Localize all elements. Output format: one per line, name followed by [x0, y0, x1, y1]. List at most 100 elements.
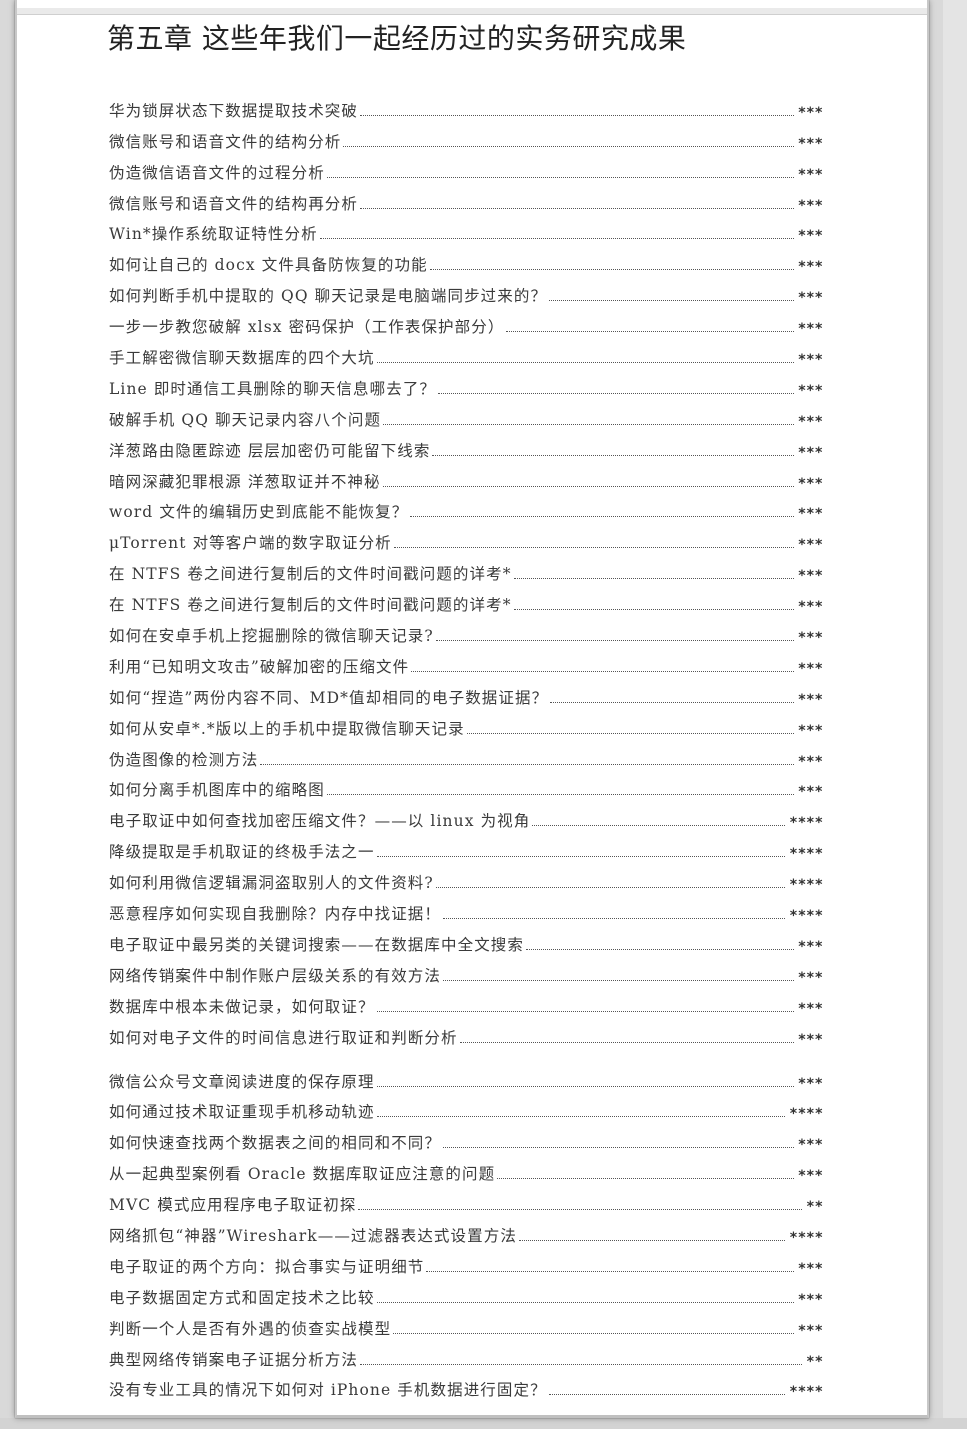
toc-entry-page: ***: [797, 413, 823, 430]
toc-entry[interactable]: 没有专业工具的情况下如何对 iPhone 手机数据进行固定？ ****: [109, 1370, 823, 1400]
toc-entry-page: ***: [797, 938, 823, 955]
toc-entry-page: ***: [797, 537, 823, 554]
toc-dot-leader: [393, 1332, 794, 1334]
toc-entry[interactable]: 暗网深藏犯罪根源 洋葱取证并不神秘 ***: [109, 461, 823, 492]
toc-dot-leader: [466, 732, 794, 734]
toc-entry[interactable]: 恶意程序如何实现自我删除？内存中找证据！ ****: [109, 893, 823, 924]
toc-entry[interactable]: 如何判断手机中提取的 QQ 聊天记录是电脑端同步过来的？ ***: [109, 275, 823, 306]
toc-entry[interactable]: 典型网络传销案电子证据分析方法 **: [109, 1339, 823, 1370]
toc-entry[interactable]: 洋葱路由隐匿踪迹 层层加密仍可能留下线索 ***: [109, 430, 823, 461]
toc-entry[interactable]: 降级提取是手机取证的终极手法之一 ****: [109, 831, 823, 862]
toc-entry[interactable]: 破解手机 QQ 聊天记录内容八个问题 ***: [109, 399, 823, 430]
toc-entry-page: ***: [797, 1137, 823, 1154]
toc-entry-title: 微信公众号文章阅读进度的保存原理: [109, 1072, 375, 1091]
toc-entry[interactable]: 网络抓包“神器”Wireshark——过滤器表达式设置方法 ****: [109, 1215, 823, 1246]
toc-entry-page: ***: [797, 969, 823, 986]
toc-entry-page: ***: [797, 1291, 823, 1308]
toc-entry-title: 网络抓包“神器”Wireshark——过滤器表达式设置方法: [109, 1226, 517, 1245]
toc-entry-title: 一步一步教您破解 xlsx 密码保护（工作表保护部分）: [109, 318, 505, 337]
toc-dot-leader: [513, 578, 794, 580]
toc-entry[interactable]: 伪造图像的检测方法 ***: [109, 739, 823, 770]
toc-entry-page: ***: [797, 506, 823, 523]
toc-entry-title: 如何在安卓手机上挖掘删除的微信聊天记录?: [109, 627, 434, 646]
window-right-strip: [943, 0, 967, 1429]
toc-entry-title: 典型网络传销案电子证据分析方法: [109, 1350, 359, 1369]
toc-entry-title: 伪造图像的检测方法: [109, 750, 259, 769]
toc-entry-page: ***: [797, 197, 823, 214]
toc-dot-leader: [326, 794, 794, 796]
toc-entry[interactable]: Win*操作系统取证特性分析 ***: [109, 214, 823, 245]
toc-entry-page: ****: [789, 1229, 823, 1246]
toc-entry[interactable]: 如何在安卓手机上挖掘删除的微信聊天记录? ***: [109, 615, 823, 646]
toc-entry[interactable]: 微信账号和语音文件的结构再分析 ***: [109, 183, 823, 214]
toc-entry-page: ****: [789, 846, 823, 863]
toc-dot-leader: [411, 670, 794, 672]
toc-entry[interactable]: word 文件的编辑历史到底能不能恢复？ ***: [109, 492, 823, 523]
toc-entry[interactable]: 电子数据固定方式和固定技术之比较 ***: [109, 1277, 823, 1308]
toc-entry[interactable]: 数据库中根本未做记录，如何取证？ ***: [109, 986, 823, 1017]
toc-entry-title: 如何通过技术取证重现手机移动轨迹: [109, 1103, 375, 1122]
toc-dot-leader: [382, 485, 794, 487]
toc-entry[interactable]: 网络传销案件中制作账户层级关系的有效方法 ***: [109, 955, 823, 986]
toc-entry-page: ***: [797, 1031, 823, 1048]
toc-entry-title: 微信账号和语音文件的结构再分析: [109, 194, 359, 213]
toc-entry[interactable]: 利用“已知明文攻击”破解加密的压缩文件 ***: [109, 646, 823, 677]
toc-entry[interactable]: 伪造微信语音文件的过程分析 ***: [109, 152, 823, 183]
toc-entry[interactable]: 如何通过技术取证重现手机移动轨迹 ****: [109, 1092, 823, 1122]
toc-dot-leader: [393, 547, 794, 549]
toc-entry[interactable]: 华为锁屏状态下数据提取技术突破 ***: [109, 90, 823, 121]
toc-entry[interactable]: 电子取证的两个方向：拟合事实与证明细节 ***: [109, 1246, 823, 1277]
toc-entry-title: 电子取证中最另类的关键词搜索——在数据库中全文搜索: [109, 935, 525, 954]
toc-entry[interactable]: 在 NTFS 卷之间进行复制后的文件时间戳问题的详考* ***: [109, 553, 823, 584]
toc-entry-title: 微信账号和语音文件的结构分析: [109, 132, 342, 151]
toc-entry[interactable]: 如何对电子文件的时间信息进行取证和判断分析 ***: [109, 1017, 823, 1048]
toc-entry[interactable]: 手工解密微信聊天数据库的四个大坑 ***: [109, 337, 823, 368]
toc-entry-title: μTorrent 对等客户端的数字取证分析: [109, 534, 392, 553]
toc-entry[interactable]: 判断一个人是否有外遇的侦查实战模型 ***: [109, 1308, 823, 1339]
toc-entry[interactable]: 微信账号和语音文件的结构分析 ***: [109, 121, 823, 152]
toc-entry-page: ***: [797, 599, 823, 616]
toc-entry[interactable]: 如何快速查找两个数据表之间的相同和不同？ ***: [109, 1122, 823, 1153]
toc-dot-leader: [513, 609, 794, 611]
toc-entry-page: ***: [797, 722, 823, 739]
toc-entry[interactable]: 一步一步教您破解 xlsx 密码保护（工作表保护部分） ***: [109, 306, 823, 337]
toc-dot-leader: [506, 331, 794, 333]
toc-entry[interactable]: 从一起典型案例看 Oracle 数据库取证应注意的问题 ***: [109, 1153, 823, 1184]
toc-entry[interactable]: μTorrent 对等客户端的数字取证分析 ***: [109, 522, 823, 553]
toc-dot-leader: [443, 918, 786, 920]
toc-entry-title: 如何利用微信逻辑漏洞盗取别人的文件资料?: [109, 874, 434, 893]
toc-entry[interactable]: 微信公众号文章阅读进度的保存原理 ***: [109, 1061, 823, 1092]
toc-entry-title: MVC 模式应用程序电子取证初探: [109, 1196, 357, 1215]
toc-entry-page: ***: [797, 290, 823, 307]
toc-dot-leader: [358, 1209, 803, 1211]
toc-dot-leader: [410, 516, 794, 518]
toc-entry[interactable]: MVC 模式应用程序电子取证初探 **: [109, 1184, 823, 1215]
toc-entry-page: ****: [789, 815, 823, 832]
toc-dot-leader: [383, 423, 794, 425]
toc-entry[interactable]: 如何“捏造”两份内容不同、MD*值却相同的电子数据证据？ ***: [109, 677, 823, 708]
toc-entry-page: ***: [797, 228, 823, 245]
toc-entry-page: **: [806, 1199, 823, 1216]
toc-dot-leader: [343, 145, 794, 147]
toc-dot-leader: [260, 763, 794, 765]
toc-entry-title: 如何快速查找两个数据表之间的相同和不同？: [109, 1134, 442, 1153]
toc-entry-page: ***: [797, 784, 823, 801]
toc-entry[interactable]: 如何分离手机图库中的缩略图 ***: [109, 770, 823, 801]
toc-entry-title: 华为锁屏状态下数据提取技术突破: [109, 101, 359, 120]
toc-dot-leader: [443, 1147, 794, 1149]
toc-entry-page: ***: [797, 104, 823, 121]
toc-entry[interactable]: 电子取证中最另类的关键词搜索——在数据库中全文搜索 ***: [109, 924, 823, 955]
document-page: 第五章 这些年我们一起经历过的实务研究成果 华为锁屏状态下数据提取技术突破 ***…: [15, 0, 929, 1418]
chapter-title: 第五章 这些年我们一起经历过的实务研究成果: [107, 22, 687, 55]
toc-entry[interactable]: 如何让自己的 docx 文件具备防恢复的功能 ***: [109, 244, 823, 275]
toc-entry-title: 恶意程序如何实现自我删除？内存中找证据！: [109, 905, 442, 924]
toc-entry[interactable]: 如何利用微信逻辑漏洞盗取别人的文件资料? ****: [109, 862, 823, 893]
toc-entry[interactable]: Line 即时通信工具删除的聊天信息哪去了？ ***: [109, 368, 823, 399]
toc-entry[interactable]: 电子取证中如何查找加密压缩文件？——以 linux 为视角 ****: [109, 800, 823, 831]
toc-dot-leader: [360, 1363, 803, 1365]
toc-entry-title: 电子取证中如何查找加密压缩文件？——以 linux 为视角: [109, 812, 531, 831]
toc-entry[interactable]: 在 NTFS 卷之间进行复制后的文件时间戳问题的详考* ***: [109, 584, 823, 615]
page-top-edge: [17, 8, 927, 15]
toc-entry[interactable]: 如何从安卓*.*版以上的手机中提取微信聊天记录 ***: [109, 708, 823, 739]
toc-dot-leader: [526, 948, 794, 950]
